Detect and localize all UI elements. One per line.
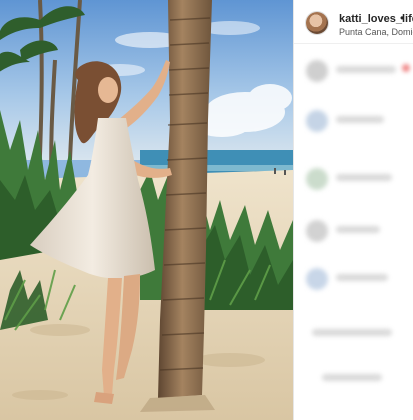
- blurred-text: [336, 174, 392, 181]
- avatar[interactable]: [306, 12, 328, 34]
- list-item: [302, 319, 413, 349]
- list-item: [302, 106, 413, 136]
- blurred-text: [336, 66, 396, 73]
- post-header: katti_loves_life • Punta Cana, Domican R…: [294, 0, 413, 44]
- list-item: [302, 364, 413, 394]
- instagram-post: katti_loves_life • Punta Cana, Domican R…: [0, 0, 413, 420]
- avatar: [306, 110, 328, 132]
- blurred-text: [322, 374, 382, 381]
- beach-photo-illustration: [0, 0, 293, 420]
- blurred-text: [336, 116, 384, 123]
- avatar: [306, 220, 328, 242]
- avatar: [306, 60, 328, 82]
- blurred-text: [336, 274, 388, 281]
- heart-icon: [402, 64, 410, 72]
- list-item: [302, 56, 413, 86]
- post-photo[interactable]: [0, 0, 293, 420]
- list-item: [302, 216, 413, 246]
- avatar: [306, 168, 328, 190]
- blurred-text: [312, 329, 392, 336]
- list-item: [302, 164, 413, 194]
- post-side-panel: katti_loves_life • Punta Cana, Domican R…: [293, 0, 413, 420]
- blurred-text: [336, 226, 380, 233]
- location-link[interactable]: Punta Cana, Domican Republic: [339, 27, 413, 37]
- avatar: [306, 268, 328, 290]
- separator-dot: •: [400, 11, 405, 25]
- comments-list-blurred: [294, 44, 413, 420]
- list-item: [302, 264, 413, 294]
